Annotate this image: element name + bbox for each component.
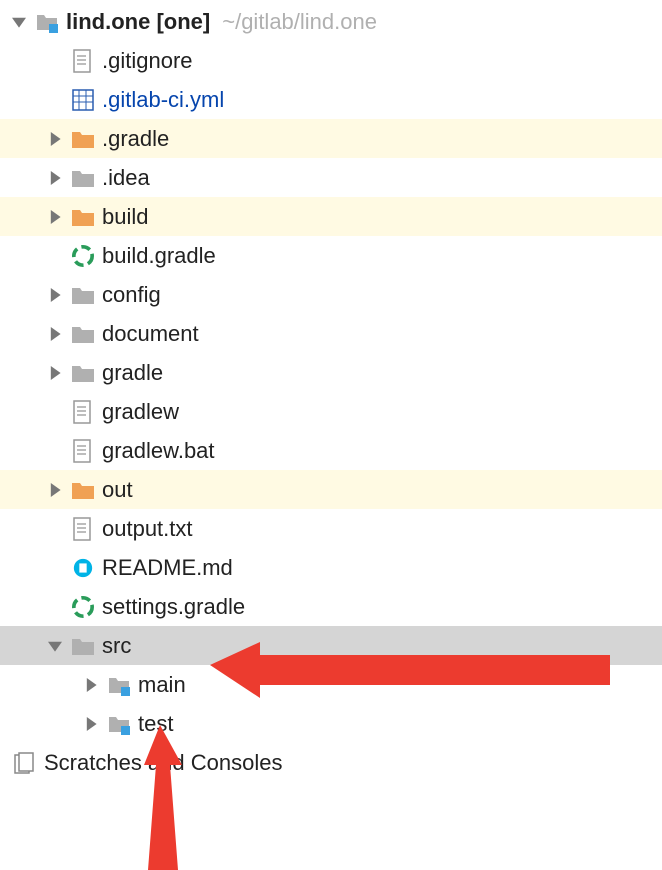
gradle-file-icon — [70, 243, 96, 269]
tree-row[interactable]: settings.gradle — [0, 587, 662, 626]
root-path: ~/gitlab/lind.one — [222, 9, 377, 35]
chevron-right-icon[interactable] — [44, 206, 66, 228]
scratches-icon — [12, 750, 38, 776]
tree-row[interactable]: build.gradle — [0, 236, 662, 275]
tree-row[interactable]: .gradle — [0, 119, 662, 158]
folder-icon — [70, 165, 96, 191]
text-file-icon — [70, 438, 96, 464]
tree-row[interactable]: main — [0, 665, 662, 704]
item-label: .gradle — [102, 126, 169, 152]
yml-file-icon — [70, 87, 96, 113]
item-label: config — [102, 282, 161, 308]
text-file-icon — [70, 399, 96, 425]
folder-icon — [70, 126, 96, 152]
module-folder-icon — [106, 672, 132, 698]
folder-icon — [70, 204, 96, 230]
item-label: README.md — [102, 555, 233, 581]
folder-icon — [70, 360, 96, 386]
markdown-file-icon — [70, 555, 96, 581]
tree-row[interactable]: test — [0, 704, 662, 743]
tree-row-selected[interactable]: src — [0, 626, 662, 665]
item-label: build — [102, 204, 148, 230]
tree-row[interactable]: build — [0, 197, 662, 236]
text-file-icon — [70, 48, 96, 74]
item-label: document — [102, 321, 199, 347]
tree-row[interactable]: config — [0, 275, 662, 314]
chevron-right-icon[interactable] — [44, 128, 66, 150]
tree-row[interactable]: out — [0, 470, 662, 509]
tree-row[interactable]: .gitlab-ci.yml — [0, 80, 662, 119]
chevron-down-icon[interactable] — [44, 635, 66, 657]
tree-row[interactable]: document — [0, 314, 662, 353]
scratches-label: Scratches and Consoles — [44, 750, 282, 776]
item-label: settings.gradle — [102, 594, 245, 620]
folder-icon — [70, 633, 96, 659]
tree-row[interactable]: gradle — [0, 353, 662, 392]
project-tree: lind.one [one] ~/gitlab/lind.one .gitign… — [0, 0, 662, 782]
item-label: gradle — [102, 360, 163, 386]
item-label: .idea — [102, 165, 150, 191]
tree-row[interactable]: .idea — [0, 158, 662, 197]
tree-row[interactable]: gradlew.bat — [0, 431, 662, 470]
module-folder-icon — [106, 711, 132, 737]
root-module: [one] — [150, 9, 210, 35]
item-label: test — [138, 711, 173, 737]
item-label: .gitlab-ci.yml — [102, 87, 224, 113]
chevron-right-icon[interactable] — [44, 284, 66, 306]
item-label: gradlew — [102, 399, 179, 425]
chevron-down-icon[interactable] — [8, 11, 30, 33]
tree-row-root[interactable]: lind.one [one] ~/gitlab/lind.one — [0, 2, 662, 41]
folder-icon — [70, 321, 96, 347]
gradle-file-icon — [70, 594, 96, 620]
tree-row-scratches[interactable]: Scratches and Consoles — [0, 743, 662, 782]
chevron-right-icon[interactable] — [44, 167, 66, 189]
tree-row[interactable]: .gitignore — [0, 41, 662, 80]
chevron-right-icon[interactable] — [44, 362, 66, 384]
chevron-right-icon[interactable] — [80, 674, 102, 696]
module-folder-icon — [34, 9, 60, 35]
chevron-right-icon[interactable] — [44, 323, 66, 345]
folder-icon — [70, 282, 96, 308]
item-label: output.txt — [102, 516, 193, 542]
chevron-right-icon[interactable] — [80, 713, 102, 735]
item-label: build.gradle — [102, 243, 216, 269]
tree-row[interactable]: gradlew — [0, 392, 662, 431]
item-label: gradlew.bat — [102, 438, 215, 464]
chevron-right-icon[interactable] — [44, 479, 66, 501]
item-label: out — [102, 477, 133, 503]
text-file-icon — [70, 516, 96, 542]
root-name: lind.one — [66, 9, 150, 35]
tree-row[interactable]: README.md — [0, 548, 662, 587]
tree-row[interactable]: output.txt — [0, 509, 662, 548]
item-label: main — [138, 672, 186, 698]
folder-icon — [70, 477, 96, 503]
item-label: .gitignore — [102, 48, 193, 74]
item-label: src — [102, 633, 131, 659]
